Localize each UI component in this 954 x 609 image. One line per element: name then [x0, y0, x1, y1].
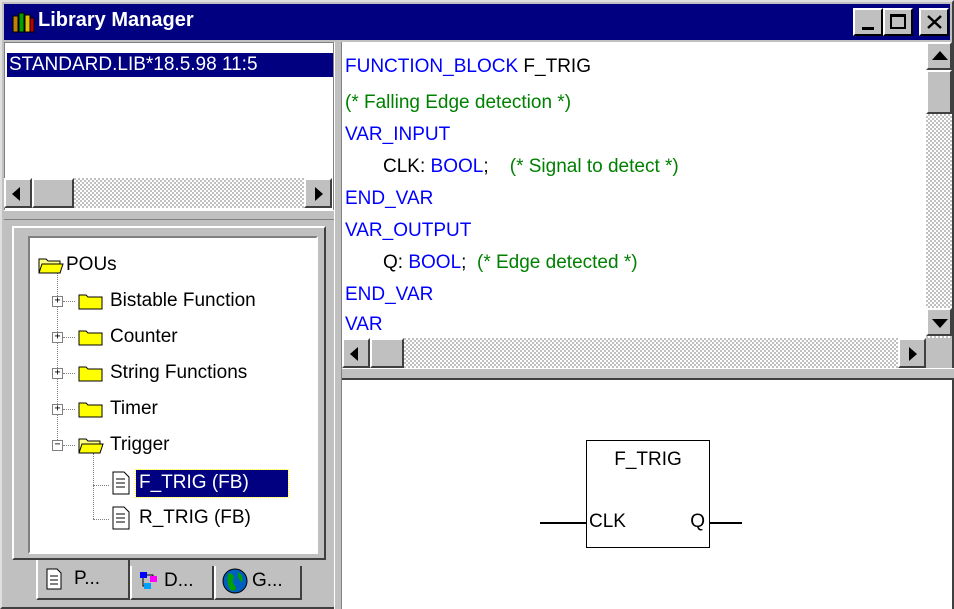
tab-pous-label: P... — [74, 568, 101, 589]
pou-icon — [112, 506, 130, 530]
fb-input-clk: CLK — [589, 511, 626, 532]
tree-folder-timer[interactable]: Timer — [110, 398, 158, 420]
right-splitter[interactable] — [342, 368, 954, 380]
expand-icon[interactable]: + — [52, 404, 63, 415]
folder-icon — [78, 366, 103, 382]
arrow-down-icon — [932, 319, 948, 328]
collapse-icon[interactable]: − — [52, 440, 63, 451]
vertical-splitter[interactable] — [334, 42, 342, 609]
tree-item-f-trig[interactable]: F_TRIG (FB) — [135, 469, 289, 498]
scroll-left-button[interactable] — [342, 338, 370, 368]
fb-output-q: Q — [690, 511, 705, 532]
var-type: BOOL — [430, 156, 484, 177]
library-hscrollbar[interactable] — [4, 178, 332, 208]
scroll-right-button[interactable] — [898, 338, 926, 368]
minimize-icon — [862, 27, 874, 30]
left-splitter[interactable] — [4, 210, 334, 220]
arrow-left-icon — [12, 187, 20, 201]
tab-data-types[interactable]: D... — [130, 566, 214, 600]
tree-line — [93, 519, 109, 521]
library-manager-icon — [12, 12, 35, 33]
tab-data-types-label: D... — [164, 570, 194, 591]
tree-line — [93, 485, 109, 487]
expand-icon[interactable]: + — [52, 332, 63, 343]
code-line-7: Q: BOOL; (* Edge detected *) — [383, 252, 638, 274]
folder-icon — [78, 294, 103, 310]
code-line-9: VAR — [345, 314, 383, 335]
tree-item-f-trig-label: F_TRIG (FB) — [139, 472, 249, 493]
code-line-8: END_VAR — [345, 284, 434, 305]
arrow-up-icon — [932, 51, 948, 60]
data-types-icon — [140, 572, 157, 589]
var-comment: (* Edge detected *) — [477, 252, 638, 273]
tree-line — [63, 337, 75, 339]
code-line-6: VAR_OUTPUT — [345, 220, 472, 241]
open-folder-icon — [38, 258, 64, 274]
tab-globals[interactable]: G... — [214, 566, 302, 600]
code-line-3: VAR_INPUT — [345, 124, 451, 145]
editor-vscrollbar[interactable] — [926, 42, 952, 338]
var-name: CLK: — [383, 156, 431, 177]
close-button[interactable] — [919, 8, 949, 36]
tree-folder-trigger[interactable]: Trigger — [110, 434, 169, 456]
input-wire — [540, 522, 586, 524]
tab-globals-label: G... — [252, 570, 283, 591]
scroll-thumb[interactable] — [926, 70, 952, 114]
arrow-right-icon — [315, 187, 323, 201]
tree-root-label[interactable]: POUs — [66, 254, 117, 276]
output-wire — [710, 522, 742, 524]
folder-icon — [78, 402, 103, 418]
code-line-4: CLK: BOOL; (* Signal to detect *) — [383, 156, 679, 178]
pou-tree-panel: POUs + Bistable Function + Counter + Str… — [12, 226, 326, 560]
globe-icon — [222, 568, 248, 594]
scroll-thumb[interactable] — [32, 178, 74, 208]
semicolon: ; — [461, 252, 467, 273]
tab-pous[interactable]: P... — [36, 560, 130, 600]
open-folder-icon — [78, 438, 104, 454]
code-line-2: (* Falling Edge detection *) — [345, 92, 572, 113]
library-list-item-label: STANDARD.LIB*18.5.98 11:5 — [9, 54, 258, 75]
code-line-1: FUNCTION_BLOCK F_TRIG — [345, 56, 591, 78]
tree-line — [63, 373, 75, 375]
tree-folder-bistable[interactable]: Bistable Function — [110, 290, 256, 312]
pou-icon — [46, 568, 62, 590]
expand-icon[interactable]: + — [52, 296, 63, 307]
scroll-corner — [926, 338, 952, 368]
arrow-left-icon — [350, 347, 358, 361]
code-line-5: END_VAR — [345, 188, 434, 209]
var-comment: (* Signal to detect *) — [509, 156, 679, 177]
minimize-button[interactable] — [853, 8, 883, 36]
expand-icon[interactable]: + — [52, 368, 63, 379]
scroll-thumb[interactable] — [370, 338, 404, 368]
tree-folder-counter[interactable]: Counter — [110, 326, 178, 348]
close-icon — [927, 15, 942, 29]
pou-tree[interactable]: POUs + Bistable Function + Counter + Str… — [28, 236, 318, 554]
maximize-icon — [890, 14, 906, 29]
window-title: Library Manager — [38, 9, 194, 31]
fb-block-name: F_TRIG — [614, 449, 682, 470]
keyword: FUNCTION_BLOCK — [345, 56, 519, 77]
var-name: Q: — [383, 252, 409, 273]
library-list-item[interactable]: STANDARD.LIB*18.5.98 11:5 — [7, 53, 333, 77]
scroll-left-button[interactable] — [4, 178, 32, 208]
pou-icon — [112, 471, 130, 495]
tree-line — [63, 409, 75, 411]
graphic-view[interactable]: F_TRIG CLK Q — [342, 380, 952, 609]
semicolon: ; — [483, 156, 489, 177]
fb-block[interactable]: F_TRIG CLK Q — [586, 440, 710, 548]
title-bar[interactable]: Library Manager — [4, 4, 950, 40]
maximize-button[interactable] — [883, 8, 913, 36]
tree-item-r-trig[interactable]: R_TRIG (FB) — [139, 507, 251, 529]
scroll-up-button[interactable] — [926, 42, 952, 70]
fb-name: F_TRIG — [523, 56, 591, 77]
tree-line — [63, 301, 75, 303]
var-type: BOOL — [408, 252, 462, 273]
tree-line — [63, 445, 75, 447]
scroll-right-button[interactable] — [304, 178, 332, 208]
tree-folder-string[interactable]: String Functions — [110, 362, 247, 384]
editor-hscrollbar[interactable] — [342, 338, 926, 368]
scroll-down-button[interactable] — [926, 308, 952, 336]
folder-icon — [78, 330, 103, 346]
arrow-right-icon — [909, 347, 917, 361]
